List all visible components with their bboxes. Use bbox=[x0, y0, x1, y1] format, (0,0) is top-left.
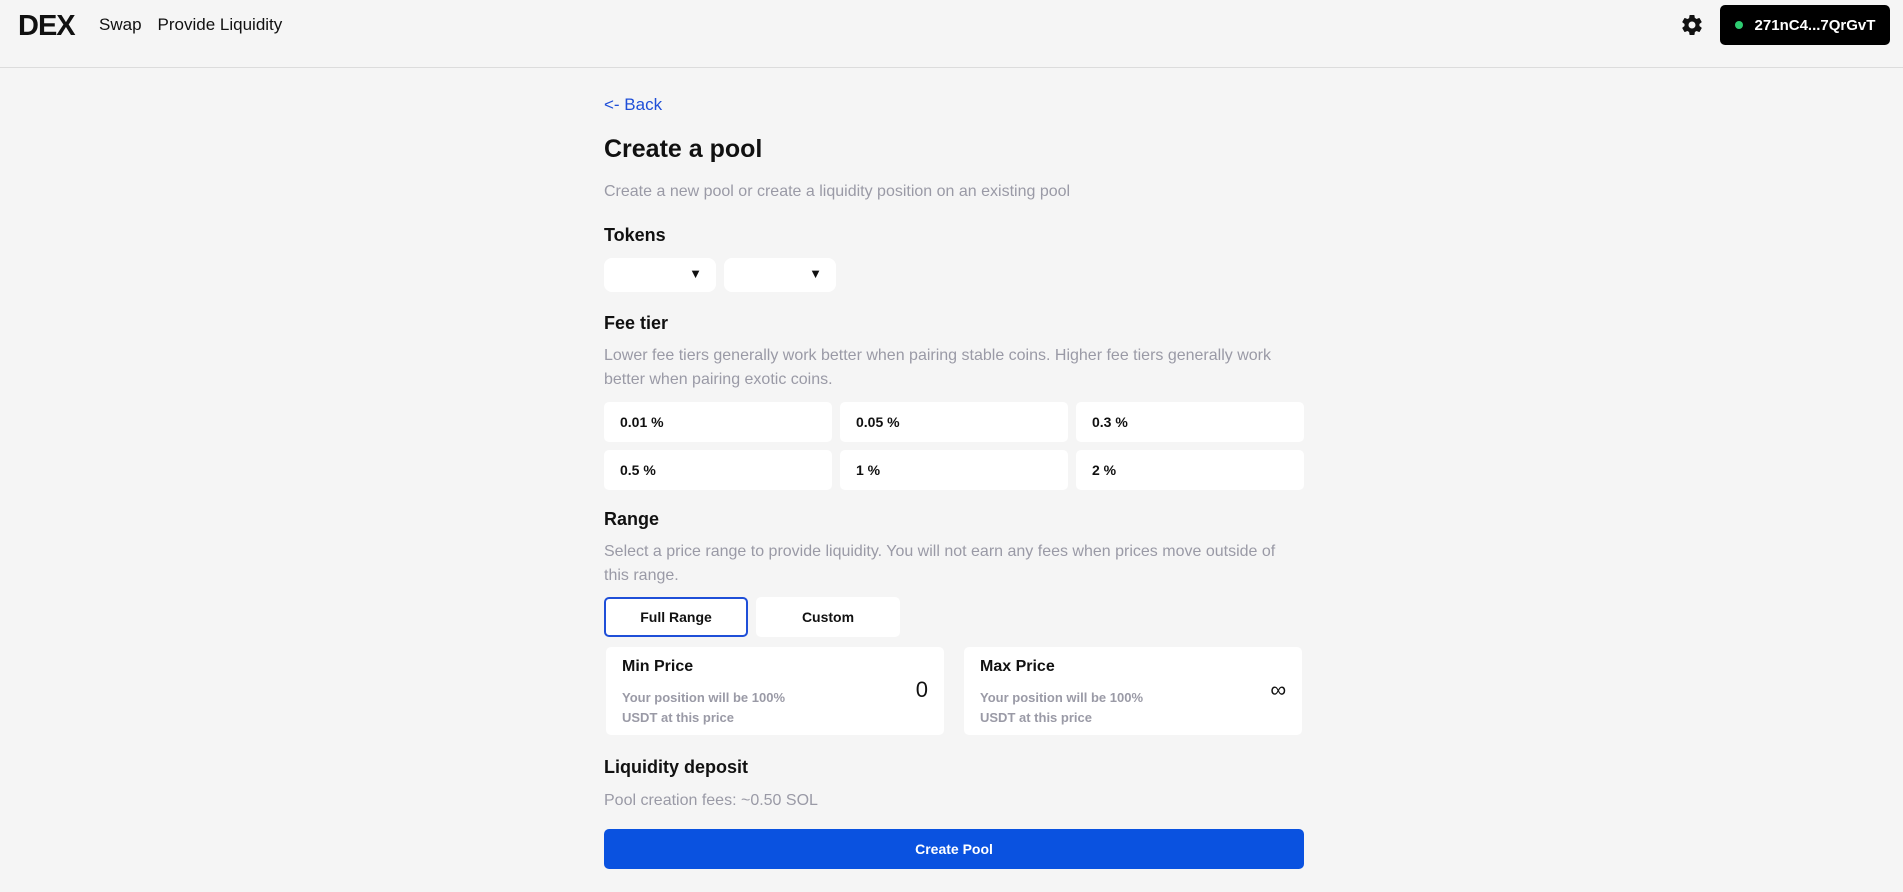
fee-option-0-3[interactable]: 0.3 % bbox=[1076, 402, 1304, 442]
nav-provide-liquidity[interactable]: Provide Liquidity bbox=[158, 15, 283, 35]
top-bar: DEX Swap Provide Liquidity 271nC4...7QrG… bbox=[0, 0, 1903, 68]
back-link[interactable]: <- Back bbox=[604, 95, 662, 115]
full-range-button[interactable]: Full Range bbox=[604, 597, 748, 637]
min-price-value[interactable]: 0 bbox=[916, 677, 928, 703]
max-price-value[interactable]: ∞ bbox=[1270, 677, 1286, 703]
min-price-card: Min Price Your position will be 100% USD… bbox=[606, 647, 944, 735]
wallet-button[interactable]: 271nC4...7QrGvT bbox=[1720, 5, 1890, 45]
page-subtitle: Create a new pool or create a liquidity … bbox=[604, 183, 1071, 200]
range-description: Select a price range to provide liquidit… bbox=[604, 543, 1276, 584]
logo[interactable]: DEX bbox=[18, 10, 76, 43]
fee-tier-description: Lower fee tiers generally work better wh… bbox=[604, 347, 1271, 388]
token-a-select[interactable]: ▼ bbox=[604, 258, 716, 292]
max-price-note: Your position will be 100% USDT at this … bbox=[980, 690, 1144, 725]
page-title: Create a pool bbox=[604, 135, 763, 163]
max-price-card: Max Price Your position will be 100% USD… bbox=[964, 647, 1302, 735]
main-nav: Swap Provide Liquidity bbox=[99, 15, 282, 35]
max-price-label: Max Price bbox=[980, 658, 1055, 675]
range-heading: Range bbox=[604, 509, 660, 529]
tokens-heading: Tokens bbox=[604, 225, 666, 245]
fee-tier-heading: Fee tier bbox=[604, 313, 669, 333]
wallet-address: 271nC4...7QrGvT bbox=[1754, 16, 1876, 34]
fee-option-1[interactable]: 1 % bbox=[840, 450, 1068, 490]
fee-option-0-5[interactable]: 0.5 % bbox=[604, 450, 832, 490]
min-price-label: Min Price bbox=[622, 658, 694, 675]
token-b-select[interactable]: ▼ bbox=[724, 258, 836, 292]
min-price-note: Your position will be 100% USDT at this … bbox=[622, 690, 786, 725]
fee-option-0-05[interactable]: 0.05 % bbox=[840, 402, 1068, 442]
connected-status-dot bbox=[1734, 21, 1743, 29]
chevron-down-icon: ▼ bbox=[809, 266, 822, 281]
custom-range-button[interactable]: Custom bbox=[756, 597, 900, 637]
pool-creation-fees: Pool creation fees: ~0.50 SOL bbox=[604, 792, 818, 809]
fee-option-0-01[interactable]: 0.01 % bbox=[604, 402, 832, 442]
nav-swap[interactable]: Swap bbox=[99, 15, 142, 35]
chevron-down-icon: ▼ bbox=[689, 266, 702, 281]
fee-option-2[interactable]: 2 % bbox=[1076, 450, 1304, 490]
gear-icon[interactable] bbox=[1680, 13, 1704, 37]
liquidity-deposit-heading: Liquidity deposit bbox=[604, 757, 748, 777]
create-pool-button[interactable]: Create Pool bbox=[604, 829, 1304, 869]
